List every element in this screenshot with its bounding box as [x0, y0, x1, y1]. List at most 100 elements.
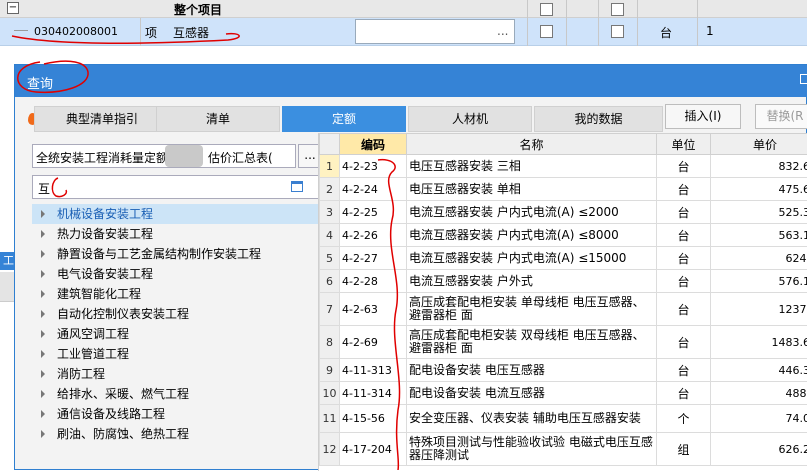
- quota-name: 电流互感器安装 户内式电流(A) ≤8000: [407, 224, 657, 247]
- checkbox-header-2[interactable]: [611, 3, 624, 16]
- background-panel-label: 工: [0, 252, 14, 270]
- table-row[interactable]: 104-11-314配电设备安装 电流互感器台488.6: [320, 382, 807, 405]
- quota-unit: 个: [657, 405, 711, 433]
- tree-item-label: 刷油、防腐蚀、绝热工程: [57, 427, 189, 441]
- tab-typical-bill-guide[interactable]: 典型清单指引: [34, 106, 170, 132]
- table-row[interactable]: 74-2-63高压成套配电柜安装 单母线柜 电压互感器、避雷器柜 面台1237.…: [320, 293, 807, 326]
- tree-item-fire[interactable]: 消防工程: [32, 364, 328, 384]
- tree-item-mechanical[interactable]: 机械设备安装工程: [32, 204, 328, 224]
- redacted-area: [165, 145, 203, 167]
- tree-item-hvac[interactable]: 通风空调工程: [32, 324, 328, 344]
- expand-arrow-icon[interactable]: [41, 310, 45, 318]
- expand-arrow-icon[interactable]: [41, 410, 45, 418]
- tree-item-plumbing[interactable]: 给排水、采暖、燃气工程: [32, 384, 328, 404]
- quota-code: 4-2-28: [340, 270, 407, 293]
- quota-price: 488.6: [711, 382, 807, 405]
- expand-arrow-icon[interactable]: [41, 370, 45, 378]
- collapse-icon[interactable]: −: [7, 2, 19, 14]
- bill-ellipsis-button[interactable]: ...: [497, 24, 508, 38]
- header-price[interactable]: 单价: [711, 134, 807, 155]
- quota-code: 4-2-27: [340, 247, 407, 270]
- maximize-icon[interactable]: [800, 74, 807, 84]
- header-index: [320, 134, 340, 155]
- quota-name: 高压成套配电柜安装 双母线柜 电压互感器、避雷器柜 面: [407, 326, 657, 359]
- tab-labor-material-machine[interactable]: 人材机: [408, 106, 532, 132]
- quota-name: 电压互感器安装 三相: [407, 155, 657, 178]
- quota-code: 4-2-63: [340, 293, 407, 326]
- expand-arrow-icon[interactable]: [41, 430, 45, 438]
- library-name-prefix: 全统安装工程消耗量定额: [36, 151, 168, 165]
- header-name[interactable]: 名称: [407, 134, 657, 155]
- row-index: 1: [320, 155, 340, 178]
- dialog-title: 查询: [27, 73, 53, 92]
- search-icon[interactable]: [291, 181, 303, 192]
- quota-library-select[interactable]: 全统安装工程消耗量定额 估价汇总表(: [32, 144, 296, 168]
- grid-divider: [637, 0, 638, 46]
- row-index: 9: [320, 359, 340, 382]
- quota-unit: 台: [657, 382, 711, 405]
- expand-arrow-icon[interactable]: [41, 210, 45, 218]
- expand-arrow-icon[interactable]: [41, 290, 45, 298]
- header-unit[interactable]: 单位: [657, 134, 711, 155]
- expand-arrow-icon[interactable]: [41, 390, 45, 398]
- tree-item-telecom[interactable]: 通信设备及线路工程: [32, 404, 328, 424]
- dialog-title-bar[interactable]: 查询: [15, 65, 807, 97]
- tree-item-label: 自动化控制仪表安装工程: [57, 307, 189, 321]
- table-row[interactable]: 34-2-25电流互感器安装 户内式电流(A) ≤2000台525.33: [320, 201, 807, 224]
- tab-bill[interactable]: 清单: [156, 106, 280, 132]
- quota-price: 576.14: [711, 270, 807, 293]
- table-row[interactable]: 124-17-204特殊项目测试与性能验收试验 电磁式电压互感器压降测试组626…: [320, 433, 807, 466]
- tree-item-static-equipment[interactable]: 静置设备与工艺金属结构制作安装工程: [32, 244, 328, 264]
- quota-unit: 台: [657, 359, 711, 382]
- quota-name: 高压成套配电柜安装 单母线柜 电压互感器、避雷器柜 面: [407, 293, 657, 326]
- table-row[interactable]: 44-2-26电流互感器安装 户内式电流(A) ≤8000台563.13: [320, 224, 807, 247]
- quota-code: 4-11-314: [340, 382, 407, 405]
- row-index: 11: [320, 405, 340, 433]
- tab-my-data[interactable]: 我的数据: [534, 106, 663, 132]
- expand-arrow-icon[interactable]: [41, 270, 45, 278]
- tree-item-label: 通信设备及线路工程: [57, 407, 165, 421]
- quota-name: 电流互感器安装 户内式电流(A) ≤2000: [407, 201, 657, 224]
- tree-item-automation[interactable]: 自动化控制仪表安装工程: [32, 304, 328, 324]
- expand-arrow-icon[interactable]: [41, 330, 45, 338]
- table-row[interactable]: 54-2-27电流互感器安装 户内式电流(A) ≤15000台624.5: [320, 247, 807, 270]
- table-row[interactable]: 84-2-69高压成套配电柜安装 双母线柜 电压互感器、避雷器柜 面台1483.…: [320, 326, 807, 359]
- quota-code: 4-2-24: [340, 178, 407, 201]
- bill-feature-input[interactable]: [355, 19, 515, 44]
- header-code[interactable]: 编码: [340, 134, 407, 155]
- expand-arrow-icon[interactable]: [41, 230, 45, 238]
- table-row[interactable]: 24-2-24电压互感器安装 单相台475.64: [320, 178, 807, 201]
- quota-price: 832.66: [711, 155, 807, 178]
- tree-item-industrial-pipe[interactable]: 工业管道工程: [32, 344, 328, 364]
- bill-item-row[interactable]: 030402008001 项 互感器 ... 台 1: [0, 18, 807, 46]
- quota-price: 475.64: [711, 178, 807, 201]
- insert-button[interactable]: 插入(I): [665, 104, 741, 129]
- quota-price: 1483.67: [711, 326, 807, 359]
- replace-button[interactable]: 替换(R: [755, 104, 807, 129]
- checkbox-row-2[interactable]: [611, 25, 624, 38]
- quota-code: 4-2-26: [340, 224, 407, 247]
- checkbox-header-1[interactable]: [540, 3, 553, 16]
- tree-item-electrical[interactable]: 电气设备安装工程: [32, 264, 328, 284]
- search-input[interactable]: 互: [32, 175, 323, 199]
- quota-unit: 台: [657, 270, 711, 293]
- tree-item-label: 热力设备安装工程: [57, 227, 153, 241]
- table-row[interactable]: 14-2-23电压互感器安装 三相台832.66: [320, 155, 807, 178]
- quota-name: 配电设备安装 电流互感器: [407, 382, 657, 405]
- quota-code: 4-2-23: [340, 155, 407, 178]
- quota-code: 4-2-69: [340, 326, 407, 359]
- tab-quota[interactable]: 定额: [282, 106, 406, 132]
- table-row[interactable]: 114-15-56安全变压器、仪表安装 辅助电压互感器安装个74.01: [320, 405, 807, 433]
- row-index: 5: [320, 247, 340, 270]
- library-name-suffix: 估价汇总表(: [208, 151, 273, 165]
- checkbox-row-1[interactable]: [540, 25, 553, 38]
- table-row[interactable]: 64-2-28电流互感器安装 户外式台576.14: [320, 270, 807, 293]
- tree-item-painting[interactable]: 刷油、防腐蚀、绝热工程: [32, 424, 328, 444]
- tree-item-label: 电气设备安装工程: [57, 267, 153, 281]
- tree-item-thermal[interactable]: 热力设备安装工程: [32, 224, 328, 244]
- row-index: 4: [320, 224, 340, 247]
- table-row[interactable]: 94-11-313配电设备安装 电压互感器台446.34: [320, 359, 807, 382]
- expand-arrow-icon[interactable]: [41, 350, 45, 358]
- expand-arrow-icon[interactable]: [41, 250, 45, 258]
- tree-item-intelligent-building[interactable]: 建筑智能化工程: [32, 284, 328, 304]
